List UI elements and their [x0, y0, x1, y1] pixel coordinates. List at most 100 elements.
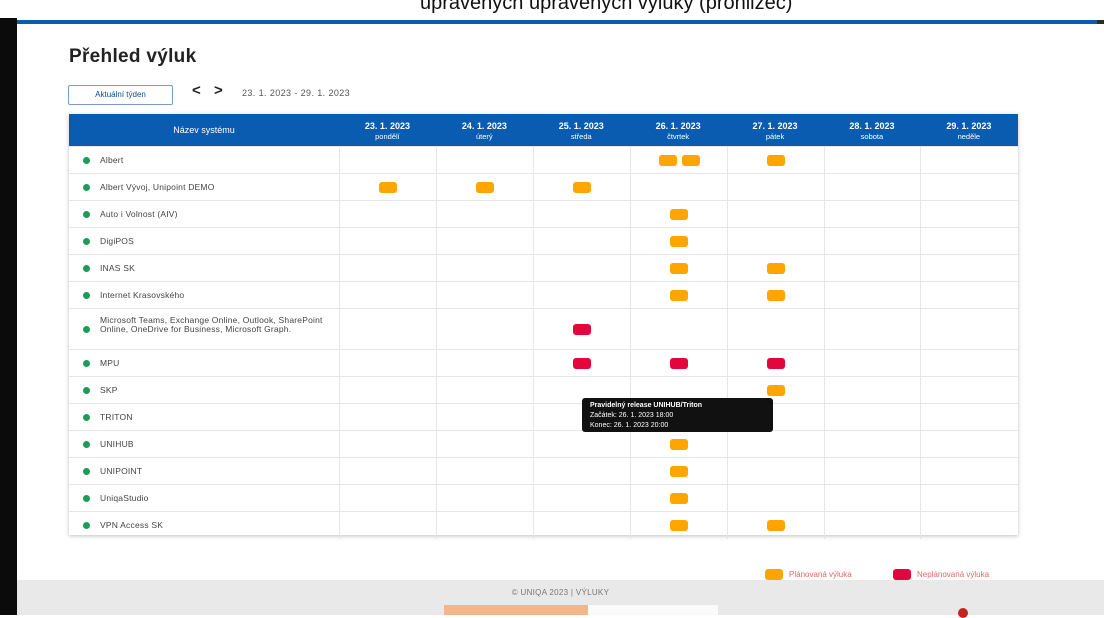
system-name: VPN Access SK [100, 519, 164, 530]
day-cell [435, 255, 534, 282]
status-dot-icon [83, 413, 90, 421]
current-week-button[interactable]: Aktuální týden [68, 85, 173, 105]
day-cell [629, 309, 728, 350]
planned-outage-block[interactable] [379, 181, 398, 193]
table-row: Internet Krasovského [69, 281, 1018, 309]
day-cell [726, 282, 825, 309]
day-header: 29. 1. 2023 neděle [920, 114, 1017, 146]
day-header-weekday: středa [570, 132, 592, 141]
taskbar-tab[interactable] [588, 605, 718, 615]
day-cell [339, 377, 437, 404]
day-cell [823, 147, 922, 174]
day-cell [339, 350, 437, 377]
planned-outage-block[interactable] [670, 465, 689, 477]
system-name: Internet Krasovského [100, 289, 185, 300]
system-name: SKP [100, 384, 118, 395]
day-cell [532, 147, 631, 174]
table-row: Albert [69, 146, 1018, 174]
day-cell [726, 309, 825, 350]
planned-outage-block[interactable] [573, 181, 592, 193]
day-cell [435, 404, 534, 431]
planned-outage-block[interactable] [767, 262, 786, 274]
day-cell [920, 458, 1018, 485]
planned-outage-block[interactable] [670, 262, 689, 274]
table-row: MPU [69, 349, 1018, 377]
day-header: 28. 1. 2023 sobota [824, 114, 921, 146]
next-week-button[interactable]: > [214, 82, 223, 99]
planned-outage-block[interactable] [670, 235, 689, 247]
planned-outage-block[interactable] [767, 384, 786, 396]
day-cell [629, 512, 728, 539]
day-header-weekday: neděle [957, 132, 981, 141]
day-header-date: 26. 1. 2023 [655, 121, 701, 131]
day-cell [435, 282, 534, 309]
planned-outage-block[interactable] [670, 519, 689, 531]
system-name: DigiPOS [100, 235, 134, 246]
table-row: VPN Access SK [69, 511, 1018, 539]
day-cell [532, 458, 631, 485]
day-cell [435, 174, 534, 201]
day-cell [339, 228, 437, 255]
day-cell [532, 350, 631, 377]
planned-outage-block[interactable] [670, 289, 689, 301]
planned-outage-block[interactable] [767, 154, 786, 166]
day-cell [726, 255, 825, 282]
day-cell [629, 350, 728, 377]
day-cell [726, 512, 825, 539]
page-content: Přehled výluk Aktuální týden < > 23. 1. … [17, 24, 1104, 580]
planned-outage-block[interactable] [767, 289, 786, 301]
status-dot-icon [83, 359, 90, 367]
day-cell [532, 309, 631, 350]
system-name-cell: UNIHUB [69, 431, 339, 458]
table-row: Microsoft Teams, Exchange Online, Outloo… [69, 308, 1018, 350]
day-cell [920, 350, 1018, 377]
planned-outage-block[interactable] [670, 492, 689, 504]
prev-week-button[interactable]: < [192, 82, 201, 99]
planned-outage-block[interactable] [767, 519, 786, 531]
day-cell [339, 282, 437, 309]
day-cell [823, 350, 922, 377]
table-row: INAS SK [69, 254, 1018, 282]
day-cell [339, 431, 437, 458]
date-range-text: 23. 1. 2023 - 29. 1. 2023 [242, 88, 351, 98]
unplanned-outage-block[interactable] [573, 357, 592, 369]
planned-outage-block[interactable] [670, 438, 689, 450]
system-name-cell: MPU [69, 350, 339, 377]
day-cell [435, 201, 534, 228]
system-name: UNIHUB [100, 438, 134, 449]
table-row: SKP [69, 376, 1018, 404]
day-cell [920, 201, 1018, 228]
system-name-cell: Albert [69, 147, 339, 174]
day-cell [629, 174, 728, 201]
top-strip: upravenych upravenych vyluky (prohlizec) [0, 0, 1104, 20]
planned-outage-block[interactable] [681, 154, 700, 166]
status-dot-icon [83, 183, 90, 191]
legend-planned-label: Plánovaná výluka [789, 570, 852, 579]
day-cell [920, 485, 1018, 512]
unplanned-outage-block[interactable] [573, 323, 592, 335]
system-name-cell: Auto i Volnost (AIV) [69, 201, 339, 228]
day-header-weekday: pátek [765, 132, 785, 141]
day-cell [532, 228, 631, 255]
planned-outage-block[interactable] [658, 154, 677, 166]
system-name: INAS SK [100, 262, 135, 273]
day-cell [532, 201, 631, 228]
planned-outage-block[interactable] [476, 181, 495, 193]
unplanned-outage-block[interactable] [767, 357, 786, 369]
table-row: UNIPOINT [69, 457, 1018, 485]
day-cell [339, 458, 437, 485]
planned-outage-block[interactable] [670, 208, 689, 220]
day-cell [823, 512, 922, 539]
day-cell [726, 458, 825, 485]
legend-planned-swatch [765, 569, 783, 580]
footer: © UNIQA 2023 | VÝLUKY [17, 580, 1104, 618]
system-name-cell: Internet Krasovského [69, 282, 339, 309]
system-name-cell: SKP [69, 377, 339, 404]
unplanned-outage-block[interactable] [670, 357, 689, 369]
tooltip-start: Začátek: 26. 1. 2023 18:00 [590, 412, 674, 419]
system-name: UniqaStudio [100, 492, 149, 503]
left-window-edge [0, 18, 17, 615]
taskbar-tab-active[interactable] [444, 605, 588, 615]
day-cell [920, 309, 1018, 350]
day-cell [823, 282, 922, 309]
